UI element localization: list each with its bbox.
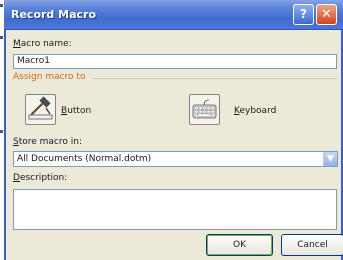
keyboard-option[interactable] <box>189 94 220 125</box>
chevron-down-icon: ▼ <box>327 154 334 164</box>
background-mark <box>0 130 3 133</box>
question-mark-icon: ? <box>300 7 307 21</box>
dropdown-button[interactable]: ▼ <box>323 152 337 166</box>
close-button[interactable]: ✕ <box>316 4 337 25</box>
store-macro-value: All Documents (Normal.dotm) <box>17 154 152 164</box>
assign-macro-group-label: Assign macro to <box>13 72 86 82</box>
button-option-label: Button <box>61 106 92 116</box>
description-label: Description: <box>13 173 68 183</box>
title-bar[interactable]: Record Macro ? ✕ <box>4 0 343 30</box>
button-option[interactable] <box>25 94 56 125</box>
macro-name-label: Macro name: <box>13 39 72 49</box>
store-macro-select[interactable]: All Documents (Normal.dotm) ▼ <box>13 151 338 167</box>
ok-button[interactable]: OK <box>206 234 273 256</box>
button-hammer-icon <box>28 96 53 120</box>
background-mark <box>0 36 3 39</box>
dialog-title: Record Macro <box>11 8 97 21</box>
background-mark <box>0 4 3 7</box>
cancel-button[interactable]: Cancel <box>281 234 343 256</box>
store-macro-label: Store macro in: <box>13 137 82 147</box>
keyboard-icon <box>192 99 217 119</box>
help-button[interactable]: ? <box>293 4 314 25</box>
macro-name-input[interactable]: Macro1 <box>13 54 337 69</box>
record-macro-dialog: Record Macro ? ✕ Macro name: Macro1 Assi… <box>4 0 343 260</box>
group-separator <box>92 78 338 79</box>
close-x-icon: ✕ <box>321 7 332 22</box>
keyboard-option-label: Keyboard <box>234 106 277 116</box>
description-input[interactable] <box>13 189 337 230</box>
